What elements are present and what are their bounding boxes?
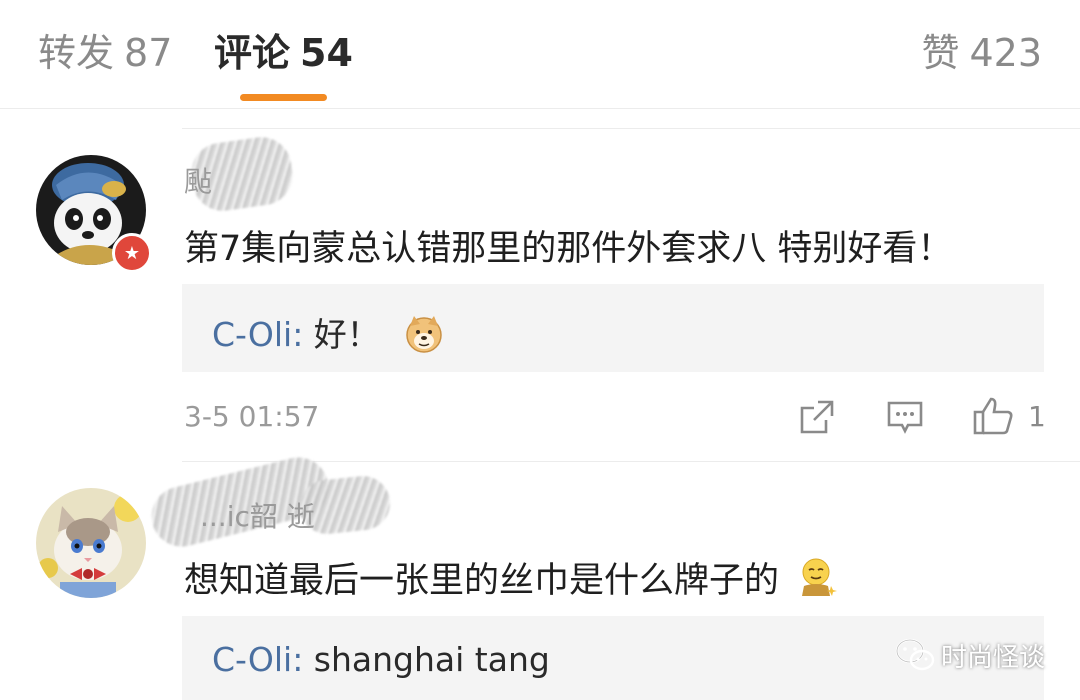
reply-author[interactable]: C-Oli	[212, 315, 292, 354]
tab-likes-count: 423	[969, 31, 1042, 75]
comment-icon	[887, 401, 923, 434]
tab-comments-count: 54	[300, 31, 353, 75]
divider	[182, 461, 1080, 462]
reply: C-Oli: 好！	[212, 308, 444, 356]
tab-comments-label: 评论	[214, 31, 291, 75]
comment-time: 3-5 01:57	[184, 400, 320, 433]
reply: C-Oli: shanghai tang	[212, 640, 550, 679]
tab-comments[interactable]: 评论 54	[214, 30, 353, 76]
comment-text-content: 想知道最后一张里的丝巾是什么牌子的	[184, 561, 780, 601]
reply-author[interactable]: C-Oli	[212, 640, 292, 679]
reply-box[interactable]: C-Oli: 好！	[182, 284, 1044, 372]
verified-badge-icon: ★	[112, 233, 152, 273]
active-tab-indicator	[240, 94, 327, 101]
doge-emoji-icon	[406, 316, 443, 353]
tab-reposts[interactable]: 转发 87	[38, 30, 172, 76]
share-button[interactable]	[798, 398, 836, 440]
watermark: 时尚怪谈	[895, 635, 1055, 675]
like-count: 1	[1028, 400, 1046, 433]
comment-tabs: 转发 87 评论 54 赞 423	[0, 0, 1080, 109]
reply-content: 好！	[313, 315, 380, 354]
watermark-text: 时尚怪谈	[941, 642, 1046, 673]
divider	[182, 128, 1080, 129]
username[interactable]: ...ic韶 逝	[200, 495, 315, 535]
username[interactable]: 颭	[184, 160, 212, 200]
thumbs-up-icon	[973, 397, 1013, 435]
reply-button[interactable]	[886, 398, 924, 440]
share-icon	[800, 400, 834, 434]
tab-reposts-count: 87	[124, 31, 173, 75]
wechat-icon	[895, 638, 935, 671]
tab-likes[interactable]: 赞 423	[921, 30, 1042, 76]
avatar[interactable]	[36, 488, 146, 598]
tab-reposts-label: 转发	[38, 31, 115, 75]
comment-text: 想知道最后一张里的丝巾是什么牌子的	[184, 552, 840, 603]
comment-text: 第7集向蒙总认错那里的那件外套求八 特别好看！	[184, 229, 953, 269]
tab-likes-label: 赞	[921, 31, 960, 75]
reply-separator: :	[292, 640, 314, 679]
reply-content: shanghai tang	[313, 640, 550, 679]
reply-separator: :	[292, 315, 314, 354]
avatar-cat-icon	[36, 488, 146, 598]
like-button[interactable]	[972, 396, 1014, 440]
thinking-emoji-icon	[802, 558, 838, 596]
